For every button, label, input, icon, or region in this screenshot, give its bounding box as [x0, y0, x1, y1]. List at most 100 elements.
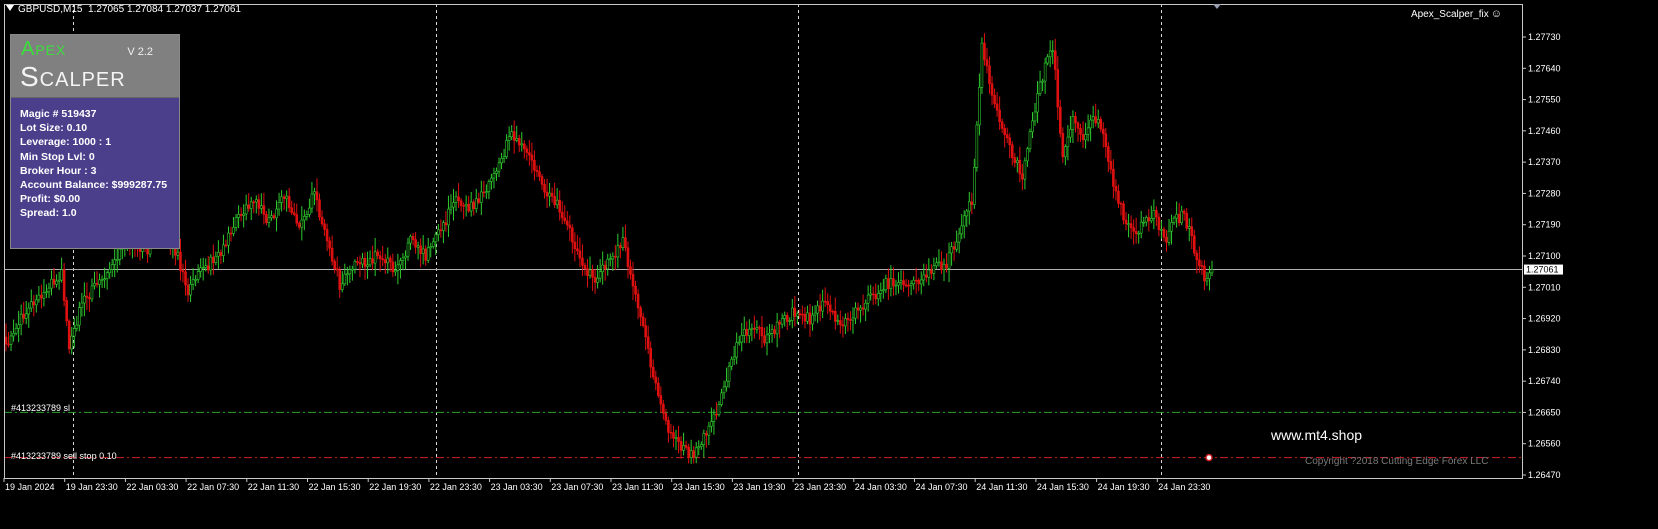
candle-body: [641, 316, 645, 326]
candle-body: [75, 324, 79, 329]
candle-body: [644, 325, 647, 338]
candle-body: [1008, 137, 1012, 146]
candle-body: [282, 196, 286, 199]
candle-body: [194, 279, 197, 281]
candle-body: [649, 348, 653, 368]
candle-body: [47, 287, 51, 293]
candle-body: [930, 269, 933, 274]
candle-body: [631, 273, 635, 287]
candle-body: [748, 328, 751, 336]
candle-body: [791, 307, 794, 321]
candle-body: [727, 365, 731, 382]
candle-body: [373, 251, 377, 264]
candle-body: [363, 257, 367, 267]
candle-body: [634, 285, 637, 295]
candle-body: [970, 201, 974, 205]
candle-body: [67, 320, 71, 350]
candle-body: [356, 261, 359, 263]
candle-body: [722, 386, 726, 394]
candle-body: [555, 199, 559, 206]
candle-body: [421, 248, 425, 254]
candle-body: [550, 192, 554, 197]
candle-body: [730, 358, 733, 367]
candle-body: [323, 223, 326, 230]
candle-body: [553, 196, 556, 206]
candle-body: [1010, 144, 1014, 158]
candle-body: [222, 244, 225, 256]
candle-body: [237, 214, 240, 218]
candle-body: [1129, 223, 1133, 228]
candle-body: [98, 279, 101, 285]
candle-body: [1195, 252, 1199, 261]
candle-body: [229, 232, 233, 235]
candle-body: [831, 310, 835, 313]
expert-advisor-label[interactable]: Apex_Scalper_fix ☺: [1411, 8, 1502, 20]
candle-body: [1180, 210, 1183, 224]
collapse-triangle-icon[interactable]: [6, 5, 14, 11]
candle-body: [416, 245, 420, 248]
ohlc-values: 1.27065 1.27084 1.27037 1.27061: [88, 4, 241, 15]
candle-body: [371, 258, 374, 264]
candle-body: [955, 241, 958, 250]
candle-body: [502, 156, 506, 159]
candle-body: [528, 152, 531, 156]
price-tick-label: 1.26830: [1528, 345, 1561, 355]
candle-body: [394, 270, 397, 273]
candle-body: [1193, 235, 1196, 254]
candle-body: [664, 413, 668, 421]
candle-body: [105, 272, 109, 279]
candle-body: [755, 327, 759, 330]
candle-body: [414, 239, 417, 248]
candle-body: [305, 214, 309, 217]
candle-body: [191, 279, 195, 285]
candle-body: [846, 318, 850, 320]
candle-body: [763, 335, 766, 344]
candle-body: [826, 301, 829, 306]
candle-body: [409, 236, 412, 244]
candle-body: [1139, 221, 1143, 234]
candle-body: [204, 265, 208, 268]
candle-body: [1150, 218, 1153, 222]
candle-body: [108, 269, 111, 274]
candle-body: [328, 240, 331, 249]
candle-body: [919, 279, 923, 285]
candle-body: [995, 103, 999, 111]
panel-version: V 2.2: [127, 46, 153, 58]
time-tick-label: 24 Jan 03:30: [855, 482, 907, 492]
candle-body: [507, 136, 511, 141]
candle-body: [83, 295, 86, 304]
candle-body: [849, 319, 852, 321]
candle-body: [593, 276, 597, 283]
candle-body: [1134, 230, 1138, 235]
order-arrow-marker: [1205, 453, 1213, 462]
candle-body: [742, 329, 746, 336]
candle-body: [55, 280, 58, 285]
candle-body: [1084, 134, 1087, 141]
candle-body: [578, 250, 582, 259]
candle-body: [798, 313, 802, 316]
candle-body: [462, 205, 465, 207]
time-tick-label: 23 Jan 19:30: [733, 482, 785, 492]
candle-body: [662, 403, 665, 414]
candle-body: [899, 280, 903, 283]
candle-body: [295, 214, 299, 224]
candle-body: [614, 255, 617, 258]
candle-body: [973, 166, 976, 205]
candle-body: [619, 245, 622, 248]
candle-body: [684, 445, 688, 448]
time-tick-label: 22 Jan 11:30: [248, 482, 299, 492]
time-tick-label: 23 Jan 03:30: [491, 482, 543, 492]
candle-body: [247, 204, 251, 209]
candle-body: [1147, 217, 1151, 222]
candle-body: [1137, 232, 1140, 235]
price-chart[interactable]: 1.27730 1.27640 1.27550 1.27460 1.27370 1.272…: [0, 0, 1658, 529]
candle-body: [459, 200, 463, 206]
candle-body: [224, 244, 228, 247]
candle-body: [497, 162, 501, 172]
candle-body: [22, 313, 25, 319]
candle-body: [1081, 134, 1085, 141]
candle-body: [699, 444, 703, 447]
price-tick-label: 1.27100: [1528, 251, 1561, 261]
candle-body: [24, 313, 28, 319]
candle-body: [677, 437, 680, 442]
